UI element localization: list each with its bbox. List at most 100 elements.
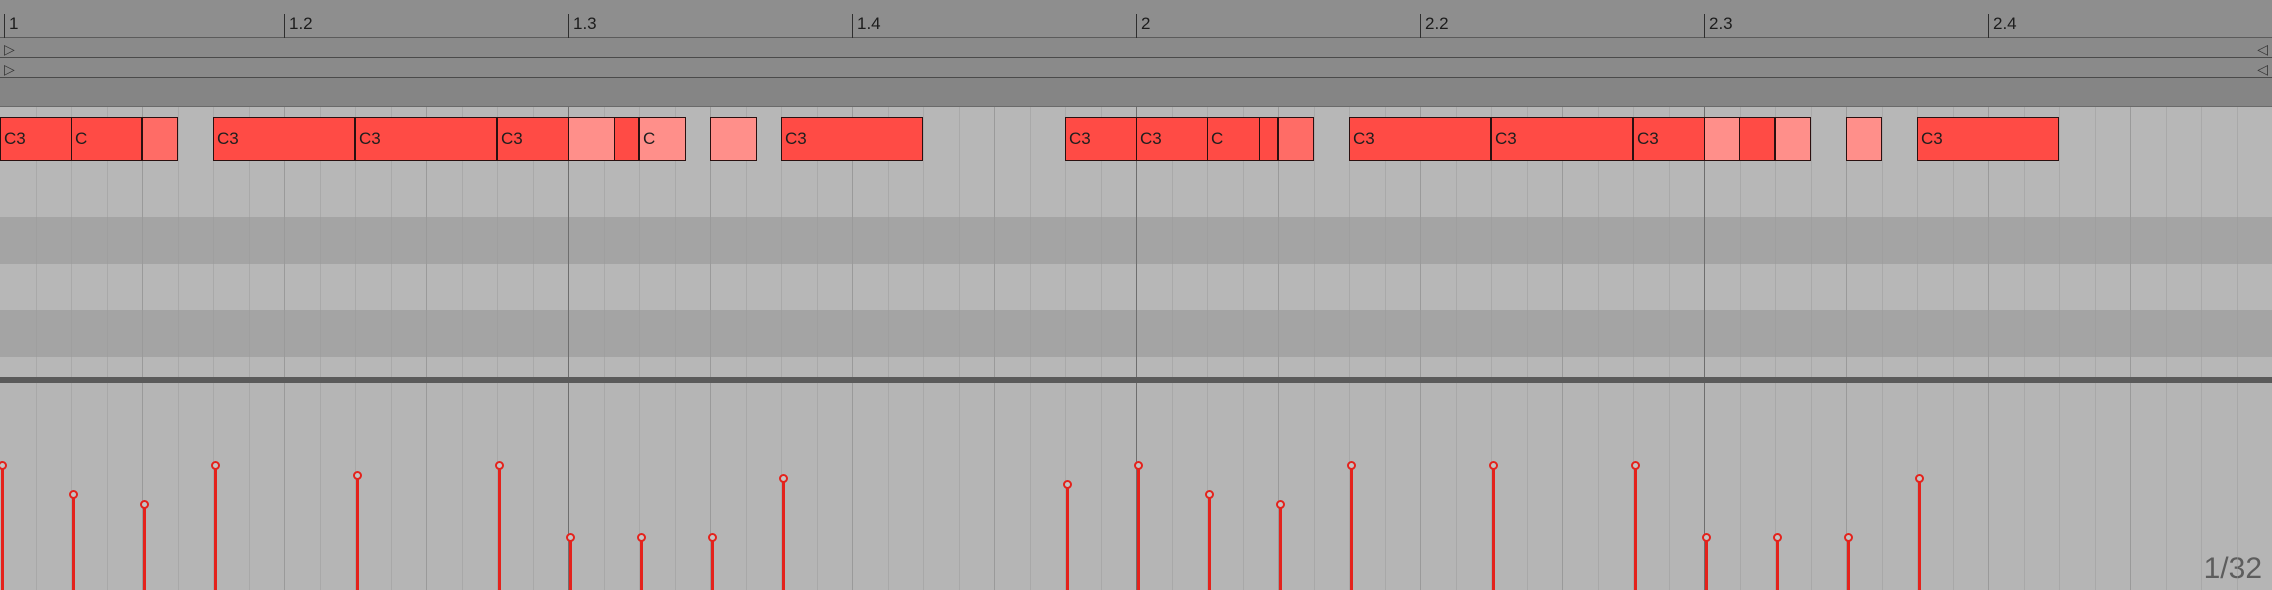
velocity-stem[interactable] [72, 494, 75, 590]
velocity-handle[interactable] [0, 461, 7, 470]
midi-note[interactable]: C3 [1917, 117, 2059, 161]
grid-size-readout[interactable]: 1/32 [2204, 554, 2262, 584]
fold-left-arrow-icon[interactable]: ▷ [4, 42, 15, 56]
velocity-stem[interactable] [356, 475, 359, 590]
velocity-handle[interactable] [1844, 533, 1853, 542]
velocity-stem[interactable] [782, 478, 785, 590]
grid-line [888, 383, 889, 590]
velocity-stem[interactable] [1492, 465, 1495, 590]
ruler-tick [1704, 14, 1705, 38]
grid-line [1030, 107, 1031, 377]
grid-line [2059, 107, 2060, 377]
velocity-stem[interactable] [1279, 504, 1282, 590]
midi-note[interactable] [710, 117, 757, 161]
grid-line [178, 107, 179, 377]
midi-note[interactable]: C [71, 117, 142, 161]
grid-line [959, 107, 960, 377]
midi-note[interactable] [1775, 117, 1811, 161]
velocity-handle[interactable] [566, 533, 575, 542]
velocity-handle[interactable] [353, 471, 362, 480]
midi-note[interactable]: C3 [1349, 117, 1491, 161]
grid-line [1101, 383, 1102, 590]
velocity-handle[interactable] [1702, 533, 1711, 542]
midi-note[interactable]: C [1207, 117, 1260, 161]
grid-line [426, 383, 427, 590]
velocity-stem[interactable] [1847, 537, 1850, 590]
velocity-stem[interactable] [1, 465, 4, 590]
fold-right-arrow-icon[interactable]: ◁ [2257, 62, 2268, 76]
ruler-tick [4, 14, 5, 38]
grid-line [2130, 107, 2131, 377]
fold-lane-2[interactable]: ▷ ◁ [0, 58, 2272, 78]
grid-line [1243, 383, 1244, 590]
velocity-lane[interactable]: 1/32 [0, 383, 2272, 590]
velocity-stem[interactable] [1634, 465, 1637, 590]
midi-note[interactable] [1704, 117, 1740, 161]
fold-right-arrow-icon[interactable]: ◁ [2257, 42, 2268, 56]
midi-note[interactable]: C [639, 117, 686, 161]
midi-note[interactable]: C3 [355, 117, 497, 161]
velocity-stem[interactable] [1705, 537, 1708, 590]
velocity-handle[interactable] [1347, 461, 1356, 470]
velocity-handle[interactable] [1489, 461, 1498, 470]
grid-line [1811, 383, 1812, 590]
midi-note[interactable] [1846, 117, 1882, 161]
ruler-tick [1988, 14, 1989, 38]
velocity-handle[interactable] [708, 533, 717, 542]
fold-lane-1[interactable]: ▷ ◁ [0, 38, 2272, 58]
velocity-stem[interactable] [1776, 537, 1779, 590]
midi-note[interactable] [142, 117, 178, 161]
velocity-stem[interactable] [1350, 465, 1353, 590]
velocity-stem[interactable] [1208, 494, 1211, 590]
midi-note[interactable] [568, 117, 615, 161]
velocity-handle[interactable] [1134, 461, 1143, 470]
velocity-stem[interactable] [569, 537, 572, 590]
loop-brace-lane[interactable] [0, 78, 2272, 107]
midi-note[interactable]: C3 [781, 117, 923, 161]
velocity-stem[interactable] [1918, 478, 1921, 590]
velocity-handle[interactable] [1205, 490, 1214, 499]
grid-line [923, 107, 924, 377]
velocity-handle[interactable] [140, 500, 149, 509]
grid-line [2237, 383, 2238, 590]
grid-line [1456, 383, 1457, 590]
midi-note[interactable]: C3 [1491, 117, 1633, 161]
grid-line [1385, 383, 1386, 590]
velocity-handle[interactable] [1276, 500, 1285, 509]
grid-line [994, 383, 995, 590]
grid-line [462, 383, 463, 590]
velocity-handle[interactable] [779, 474, 788, 483]
grid-line [675, 383, 676, 590]
grid-line [2130, 383, 2131, 590]
grid-line [1882, 107, 1883, 377]
ruler-label: 1 [9, 14, 19, 33]
velocity-handle[interactable] [1631, 461, 1640, 470]
velocity-handle[interactable] [69, 490, 78, 499]
timeline-ruler[interactable]: 1 1.2 1.3 1.4 2 2.2 2.3 2.4 [0, 0, 2272, 38]
grid-line [604, 383, 605, 590]
grid-line [817, 383, 818, 590]
velocity-stem[interactable] [640, 537, 643, 590]
velocity-handle[interactable] [211, 461, 220, 470]
grid-line [1953, 383, 1954, 590]
velocity-stem[interactable] [1066, 484, 1069, 590]
velocity-handle[interactable] [1773, 533, 1782, 542]
velocity-handle[interactable] [637, 533, 646, 542]
note-grid[interactable]: C3 C C3 C3 C3 C C3 C3 C3 C C3 C3 C3 C3 [0, 107, 2272, 377]
fold-left-arrow-icon[interactable]: ▷ [4, 62, 15, 76]
ruler-tick [284, 14, 285, 38]
midi-note-editor: 1 1.2 1.3 1.4 2 2.2 2.3 2.4 ▷ ◁ ▷ ◁ C3 C C3 C3 C3 C C… [0, 0, 2272, 590]
velocity-stem[interactable] [1137, 465, 1140, 590]
velocity-stem[interactable] [143, 504, 146, 590]
velocity-stem[interactable] [214, 465, 217, 590]
grid-line [1882, 383, 1883, 590]
velocity-handle[interactable] [1915, 474, 1924, 483]
velocity-handle[interactable] [495, 461, 504, 470]
grid-line [2059, 383, 2060, 590]
velocity-stem[interactable] [711, 537, 714, 590]
midi-note[interactable] [1278, 117, 1314, 161]
grid-line [2095, 107, 2096, 377]
velocity-stem[interactable] [498, 465, 501, 590]
velocity-handle[interactable] [1063, 480, 1072, 489]
midi-note[interactable]: C3 [213, 117, 355, 161]
